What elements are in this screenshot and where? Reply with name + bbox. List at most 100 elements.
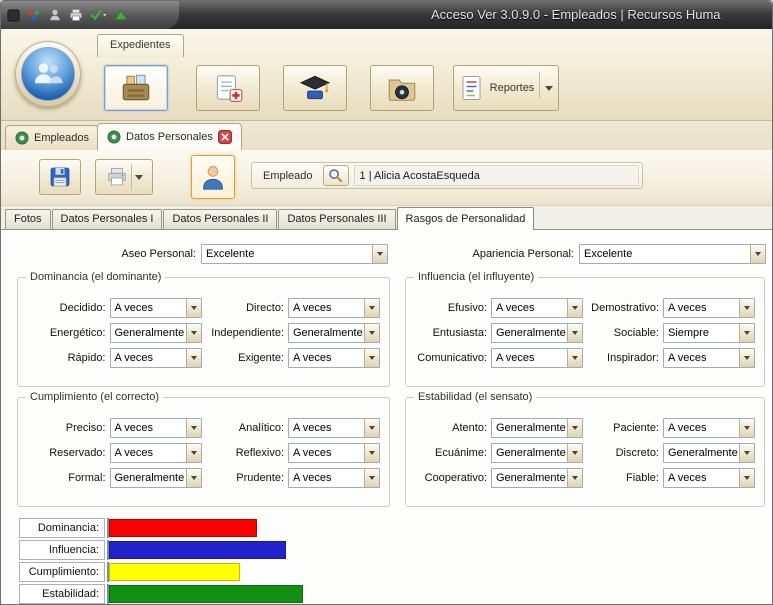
combobox-dropdown-button[interactable] (739, 349, 754, 367)
employee-view-button[interactable] (191, 155, 235, 199)
combobox-dropdown-button[interactable] (567, 444, 582, 462)
combobox-dropdown-button[interactable] (739, 324, 754, 342)
combobox-dropdown-button[interactable] (739, 469, 754, 487)
close-icon[interactable] (217, 130, 232, 144)
chevron-down-icon[interactable] (134, 174, 143, 184)
combobox-dropdown-button[interactable] (364, 299, 379, 317)
chart-plot-area (107, 584, 679, 604)
doc-tab-label: Datos Personales (126, 131, 213, 143)
chevron-down-icon (572, 356, 578, 360)
combobox-dropdown-button[interactable] (364, 324, 379, 342)
combobox-dropdown-button[interactable] (364, 469, 379, 487)
check-dropdown-icon[interactable] (90, 8, 107, 22)
combobox-demostrativo[interactable]: A veces (663, 298, 755, 318)
combobox-dropdown-button[interactable] (185, 299, 201, 317)
combobox-reservado[interactable]: A veces (109, 443, 202, 463)
combobox-value: A veces (293, 472, 332, 484)
combobox-discreto[interactable]: Generalmente (663, 443, 755, 463)
combobox-comunicativo[interactable]: A veces (491, 348, 583, 368)
combobox-exigente[interactable]: A veces (288, 348, 380, 368)
combobox-reflexivo[interactable]: A veces (288, 443, 380, 463)
combobox-value: A veces (293, 447, 332, 459)
combobox-dropdown-button[interactable] (185, 419, 201, 437)
tab-datos-personales-i[interactable]: Datos Personales I (51, 209, 163, 229)
field-label: Analítico: (238, 422, 284, 434)
combobox-decidido[interactable]: A veces (109, 298, 202, 318)
combobox-dropdown-button[interactable] (185, 444, 201, 462)
combobox-formal[interactable]: Generalmente (109, 468, 202, 488)
print-split-button[interactable] (95, 159, 153, 195)
combobox-dropdown-button[interactable] (185, 469, 201, 487)
combobox-efusivo[interactable]: A veces (491, 298, 583, 318)
ribbon-button-notas-medicas[interactable] (196, 65, 260, 111)
chart-category-label: Estabilidad: (19, 584, 105, 604)
tab-rasgos-de-personalidad[interactable]: Rasgos de Personalidad (396, 207, 535, 230)
employee-value-field[interactable]: 1 | Alicia AcostaEsqueda (353, 165, 639, 186)
combobox-ecuánime[interactable]: Generalmente (491, 443, 583, 463)
combobox-value: Generalmente (114, 472, 185, 484)
tab-datos-personales-ii[interactable]: Datos Personales II (163, 209, 278, 229)
combobox-inspirador[interactable]: A veces (663, 348, 755, 368)
triangle-up-icon[interactable] (114, 8, 128, 22)
field-label: Rápido: (67, 352, 106, 364)
combobox-cooperativo[interactable]: Generalmente (491, 468, 583, 488)
combobox-fiable[interactable]: A veces (663, 468, 755, 488)
combobox-preciso[interactable]: A veces (109, 418, 202, 438)
doc-tab-datos-personales[interactable]: Datos Personales (97, 123, 242, 150)
chevron-down-icon[interactable] (545, 85, 554, 95)
app-icon[interactable] (7, 8, 20, 22)
employee-search-button[interactable] (322, 165, 349, 186)
people-group-icon[interactable] (27, 8, 41, 22)
combobox-dropdown-button[interactable] (185, 324, 201, 342)
combobox-value: A veces (114, 422, 154, 434)
combobox-dropdown-button[interactable] (364, 349, 379, 367)
combobox-dropdown-button[interactable] (185, 349, 201, 367)
chevron-down-icon (190, 451, 197, 455)
combobox-dropdown-button[interactable] (567, 349, 582, 367)
combobox-analítico[interactable]: A veces (288, 418, 380, 438)
combobox-aseo-personal[interactable]: Excelente (201, 244, 388, 264)
module-icon (15, 131, 29, 145)
chart-row: Cumplimiento: (19, 562, 679, 582)
doc-tab-empleados[interactable]: Empleados (5, 125, 100, 150)
printer-icon[interactable] (69, 8, 83, 22)
combobox-sociable[interactable]: Siempre (663, 323, 755, 343)
combobox-dropdown-button[interactable] (739, 299, 754, 317)
field-label: Formal: (68, 472, 106, 484)
combobox-prudente[interactable]: A veces (288, 468, 380, 488)
chevron-down-icon (755, 252, 761, 256)
user-icon[interactable] (48, 8, 62, 22)
combobox-directo[interactable]: A veces (288, 298, 380, 318)
field-grid: Atento: Generalmente Paciente: A veces Ecuán… (415, 418, 755, 488)
combobox-dropdown-button[interactable] (364, 419, 379, 437)
combobox-dropdown-button[interactable] (567, 299, 582, 317)
combobox-dropdown-button[interactable] (750, 245, 765, 263)
combobox-atento[interactable]: Generalmente (491, 418, 583, 438)
combobox-energético[interactable]: Generalmente (109, 323, 202, 343)
combobox-entusiasta[interactable]: Generalmente (491, 323, 583, 343)
combobox-dropdown-button[interactable] (567, 324, 582, 342)
chevron-down-icon (369, 331, 375, 335)
combobox-rápido[interactable]: A veces (109, 348, 202, 368)
ribbon-button-expediente[interactable] (370, 65, 434, 111)
folder-icon (388, 79, 416, 101)
combobox-dropdown-button[interactable] (739, 419, 754, 437)
combobox-dropdown-button[interactable] (739, 444, 754, 462)
ribbon-button-archivo[interactable] (104, 65, 168, 111)
combobox-dropdown-button[interactable] (567, 419, 582, 437)
ribbon-button-reportes[interactable]: Reportes (453, 65, 559, 111)
tab-datos-personales-iii[interactable]: Datos Personales III (278, 209, 396, 229)
ribbon-button-formacion[interactable] (283, 65, 347, 111)
chevron-down-icon (369, 426, 375, 430)
tab-fotos[interactable]: Fotos (5, 209, 51, 229)
save-button[interactable] (39, 159, 81, 195)
application-menu-button[interactable] (21, 47, 75, 101)
combobox-dropdown-button[interactable] (372, 245, 387, 263)
combobox-independiente[interactable]: Generalmente (288, 323, 380, 343)
ribbon-tab-expedientes[interactable]: Expedientes (97, 34, 184, 57)
combobox-dropdown-button[interactable] (567, 469, 582, 487)
chart-category-label: Cumplimiento: (19, 562, 105, 582)
combobox-paciente[interactable]: A veces (663, 418, 755, 438)
combobox-apariencia-personal[interactable]: Excelente (579, 244, 766, 264)
combobox-dropdown-button[interactable] (364, 444, 379, 462)
